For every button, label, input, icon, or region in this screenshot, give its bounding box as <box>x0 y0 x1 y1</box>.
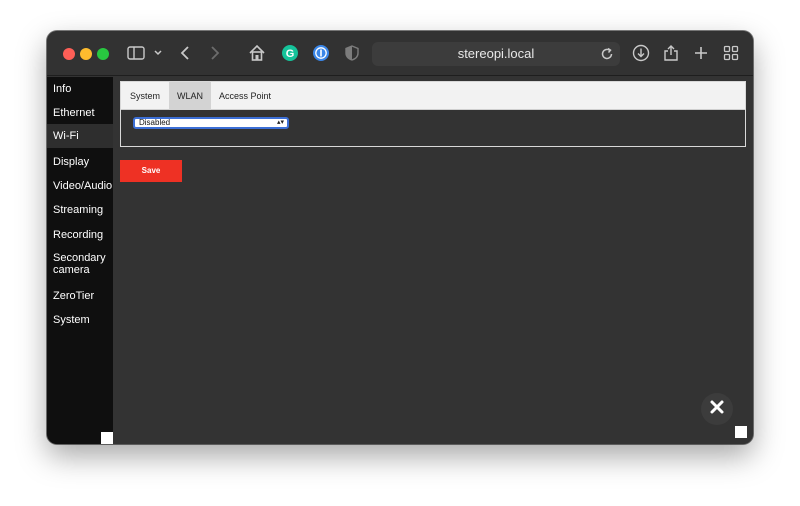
wlan-mode-value: Disabled <box>139 118 171 127</box>
reload-icon[interactable] <box>600 47 614 66</box>
back-arrow-icon[interactable] <box>180 45 190 61</box>
grammarly-icon[interactable]: G <box>282 45 298 61</box>
wifi-settings-panel: System WLAN Access Point Disabled ▴▾ <box>120 81 746 147</box>
zoom-window-button[interactable] <box>97 48 109 60</box>
sidebar-item-info[interactable]: Info <box>47 82 113 98</box>
tab-wlan[interactable]: WLAN <box>169 82 211 110</box>
sidebar-item-recording[interactable]: Recording <box>47 228 113 244</box>
sidebar-corner-marker <box>101 432 113 444</box>
wlan-mode-select[interactable]: Disabled ▴▾ <box>133 117 289 129</box>
sidebar-item-secondary-camera[interactable]: Secondary camera <box>47 252 113 278</box>
tab-overview-icon[interactable] <box>723 45 739 61</box>
sidebar-toggle-icon[interactable] <box>127 45 145 61</box>
tab-access-point[interactable]: Access Point <box>211 82 279 110</box>
browser-toolbar: G stereopi.local <box>47 31 753 76</box>
new-tab-icon[interactable] <box>693 45 709 61</box>
downloads-icon[interactable] <box>632 44 650 62</box>
password-manager-icon[interactable] <box>313 45 329 61</box>
select-arrows-icon: ▴▾ <box>276 119 284 126</box>
close-button[interactable] <box>701 393 733 425</box>
sidebar-item-zerotier[interactable]: ZeroTier <box>47 289 113 305</box>
share-icon[interactable] <box>663 43 679 62</box>
svg-text:G: G <box>286 48 295 60</box>
settings-sidebar: Info Ethernet Wi-Fi Display Video/Audio … <box>47 77 113 444</box>
chevron-down-icon[interactable] <box>153 49 163 57</box>
sidebar-item-ethernet[interactable]: Ethernet <box>47 106 113 122</box>
sidebar-item-video-audio[interactable]: Video/Audio <box>47 179 113 195</box>
close-icon <box>709 399 725 420</box>
address-bar[interactable]: stereopi.local <box>372 42 620 66</box>
content-corner-marker <box>735 426 747 438</box>
close-window-button[interactable] <box>63 48 75 60</box>
sidebar-item-wifi[interactable]: Wi-Fi <box>47 124 113 148</box>
home-icon[interactable] <box>248 44 266 62</box>
sidebar-item-streaming[interactable]: Streaming <box>47 203 113 219</box>
minimize-window-button[interactable] <box>80 48 92 60</box>
save-button[interactable]: Save <box>120 160 182 182</box>
url-text: stereopi.local <box>457 46 535 61</box>
forward-arrow-icon[interactable] <box>210 45 220 61</box>
browser-window: G stereopi.local Info Ethernet Wi-Fi Dis… <box>47 31 753 444</box>
wifi-settings-content: System WLAN Access Point Disabled ▴▾ Sav… <box>113 77 753 444</box>
sidebar-item-display[interactable]: Display <box>47 155 113 171</box>
privacy-shield-icon[interactable] <box>345 45 359 61</box>
tab-bar: System WLAN Access Point <box>121 82 745 110</box>
sidebar-item-system[interactable]: System <box>47 313 113 329</box>
tab-system[interactable]: System <box>121 82 169 110</box>
